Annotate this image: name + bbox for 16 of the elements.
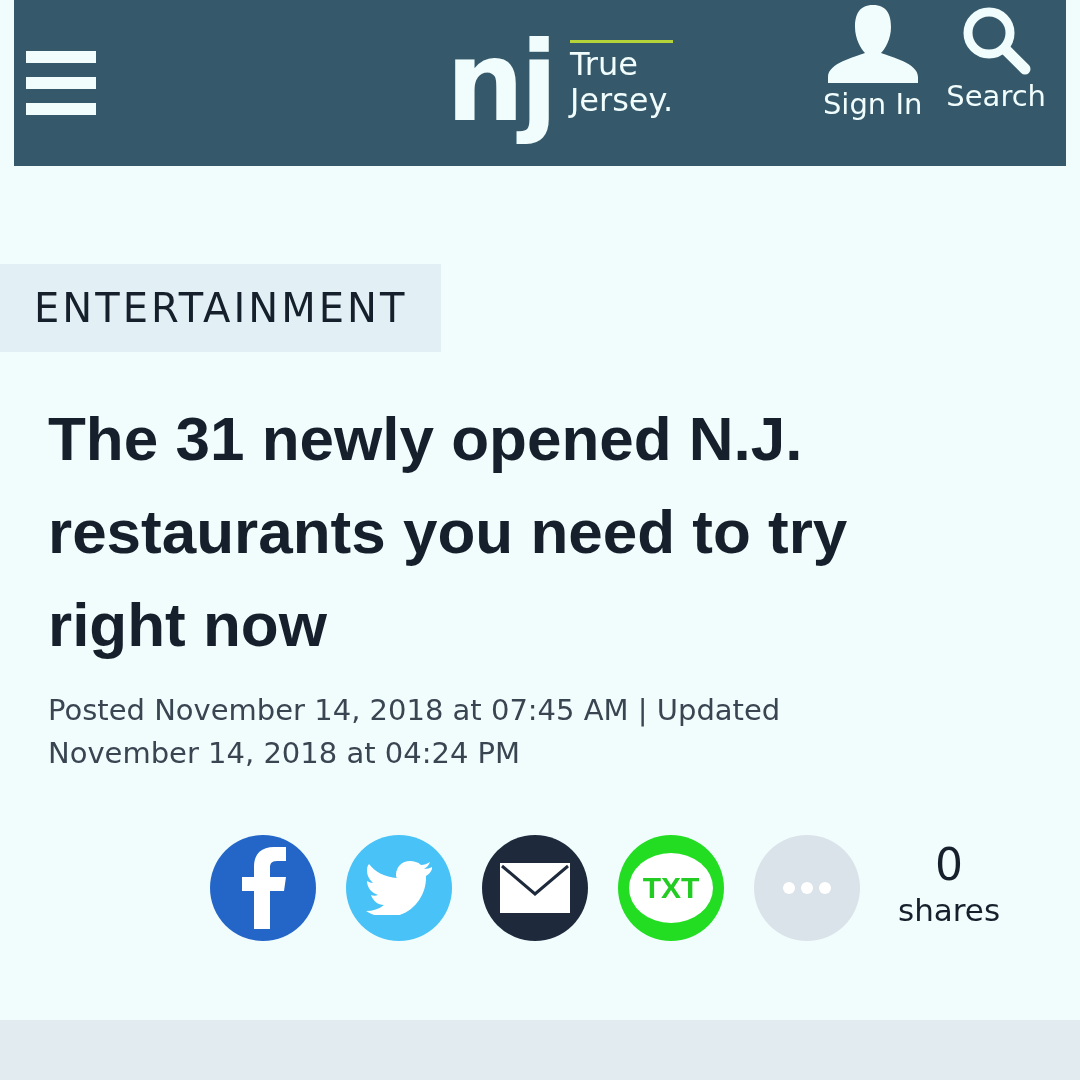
- share-count-label: shares: [898, 890, 1001, 930]
- bird-icon: [366, 860, 432, 915]
- logo[interactable]: nj: [445, 14, 554, 152]
- menu-icon[interactable]: [26, 51, 96, 115]
- section-label[interactable]: ENTERTAINMENT: [0, 264, 442, 352]
- headline: The 31 newly opened N.J. restaurants you need to try right now: [48, 403, 849, 661]
- facebook-icon: [240, 846, 286, 929]
- more-icon: [782, 880, 832, 895]
- logo-tagline: Jersey.: [569, 82, 674, 118]
- sign-in-button[interactable]: Sign In: [822, 4, 923, 126]
- share-count: 0: [935, 842, 964, 887]
- user-icon: [827, 4, 918, 83]
- logo-tagline: True: [569, 47, 639, 83]
- search-button[interactable]: Search: [946, 4, 1046, 126]
- byline: Posted November 14, 2018 at 07:45 AM | Updated November 14, 2018 at 04:24 PM: [48, 692, 782, 772]
- envelope-icon: [500, 862, 570, 913]
